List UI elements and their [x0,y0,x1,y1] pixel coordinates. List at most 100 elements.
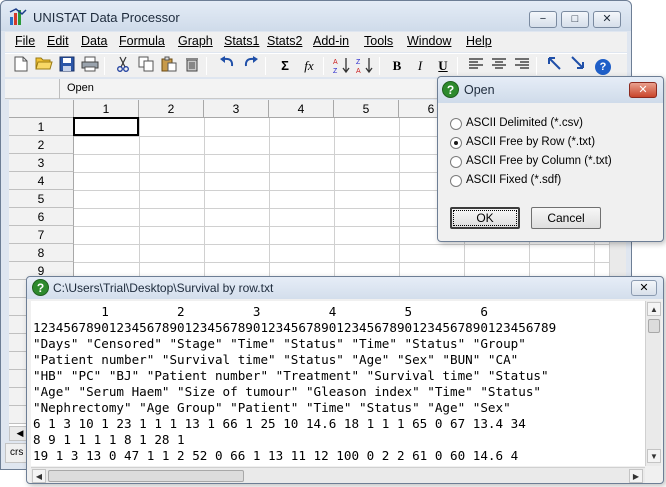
radio-button-icon[interactable] [450,118,462,130]
scroll-thumb[interactable] [48,470,244,482]
text-line: "Days" "Censored" "Stage" "Time" "Status… [33,336,526,351]
scroll-right-arrow-icon[interactable]: ▶ [629,469,643,483]
menu-file[interactable]: File [15,34,35,48]
text-line: 19 1 3 13 0 47 1 1 2 52 0 66 1 13 11 12 … [33,448,519,463]
radio-label: ASCII Delimited (*.csv) [466,117,583,129]
menu-window[interactable]: Window [407,34,451,48]
svg-text:Z: Z [333,68,338,74]
arrow-up-left-icon[interactable] [544,56,564,76]
cell-content-field[interactable]: Open [67,82,94,94]
function-icon[interactable]: fx [299,56,319,76]
menu-graph[interactable]: Graph [178,34,213,48]
delete-icon[interactable] [182,56,202,76]
column-header[interactable]: 5 [334,100,399,118]
paste-icon[interactable] [159,56,179,76]
text-window-title: C:\Users\Trial\Desktop\Survival by row.t… [53,281,274,295]
radio-button-selected-icon[interactable] [450,137,462,149]
ruler-digits: 1234567890123456789012345678901234567890… [33,320,557,335]
column-header[interactable]: 3 [204,100,269,118]
new-file-icon[interactable] [11,56,31,76]
scroll-left-arrow-icon[interactable]: ◀ [32,469,46,483]
svg-text:A: A [333,59,338,66]
ok-button[interactable]: OK [450,207,520,229]
scroll-down-arrow-icon[interactable]: ▼ [647,449,661,463]
scroll-thumb[interactable] [648,319,660,333]
sort-ascending-icon[interactable]: AZ [332,56,352,76]
text-line: 8 9 1 1 1 1 8 1 28 1 [33,432,185,447]
app-title: UNISTAT Data Processor [33,10,180,25]
menu-data[interactable]: Data [81,34,107,48]
dialog-title-bar[interactable]: ? Open ✕ [438,77,663,103]
unistat-app-icon [9,8,27,25]
menu-add-in[interactable]: Add-in [313,34,349,48]
text-content-area[interactable]: 1 2 3 4 5 6 1234567890123456789012345678… [31,301,645,466]
column-header[interactable]: 4 [269,100,334,118]
text-line: "HB" "PC" "BJ" "Patient number" "Treatme… [33,368,549,383]
radio-label: ASCII Fixed (*.sdf) [466,174,562,186]
menu-stats1[interactable]: Stats1 [224,34,259,48]
radio-button-icon[interactable] [450,175,462,187]
svg-text:Z: Z [356,59,361,66]
text-line: "Nephrectomy" "Age Group" "Patient" "Tim… [33,400,511,415]
menu-stats2[interactable]: Stats2 [267,34,302,48]
close-button[interactable]: ✕ [593,11,621,28]
dialog-close-button[interactable]: ✕ [629,82,657,98]
toolbar-separator [265,57,266,75]
italic-icon[interactable]: I [410,56,430,76]
save-icon[interactable] [57,56,77,76]
text-window-title-bar[interactable]: ? C:\Users\Trial\Desktop\Survival by row… [27,277,663,299]
bold-icon[interactable]: B [387,56,407,76]
cut-icon[interactable] [113,56,133,76]
sort-descending-icon[interactable]: ZA [355,56,375,76]
undo-icon[interactable] [217,56,237,76]
radio-label: ASCII Free by Row (*.txt) [466,136,596,148]
arrow-down-right-icon[interactable] [568,56,588,76]
cancel-button[interactable]: Cancel [531,207,601,229]
copy-icon[interactable] [136,56,156,76]
row-header[interactable]: 3 [9,154,74,172]
row-header[interactable]: 4 [9,172,74,190]
toolbar-separator [104,57,105,75]
print-icon[interactable] [80,56,100,76]
question-mark-icon: ? [32,279,49,296]
selected-cell[interactable] [73,117,139,136]
open-folder-icon[interactable] [34,56,54,76]
align-left-icon[interactable] [466,56,486,76]
underline-icon[interactable]: U [433,56,453,76]
scroll-up-arrow-icon[interactable]: ▲ [647,302,661,316]
toolbar-separator [536,57,537,75]
radio-button-icon[interactable] [450,156,462,168]
minimize-button[interactable]: − [529,11,557,28]
text-file-window: ? C:\Users\Trial\Desktop\Survival by row… [26,276,664,484]
text-vertical-scrollbar[interactable]: ▲ ▼ [645,301,661,466]
text-horizontal-scrollbar[interactable]: ◀ ▶ [31,467,645,483]
redo-icon[interactable] [241,56,261,76]
align-right-icon[interactable] [512,56,532,76]
maximize-button[interactable]: □ [561,11,589,28]
cell-reference-box[interactable] [5,79,60,99]
title-bar[interactable]: UNISTAT Data Processor − □ ✕ [1,1,631,31]
row-header[interactable]: 6 [9,208,74,226]
column-header[interactable]: 2 [139,100,204,118]
help-icon[interactable]: ? [593,56,613,76]
row-header[interactable]: 5 [9,190,74,208]
align-center-icon[interactable] [489,56,509,76]
menu-tools[interactable]: Tools [364,34,393,48]
menu-formula[interactable]: Formula [119,34,165,48]
text-line: 6 1 3 10 1 23 1 1 1 13 1 66 1 25 10 14.6… [33,416,526,431]
menu-edit[interactable]: Edit [47,34,69,48]
row-header[interactable]: 1 [9,118,74,136]
text-window-close-button[interactable]: ✕ [631,280,657,296]
column-header[interactable]: 1 [74,100,139,118]
grid-corner[interactable] [9,100,74,118]
sum-icon[interactable]: Σ [275,56,295,76]
svg-text:A: A [356,68,361,74]
row-header[interactable]: 7 [9,226,74,244]
help-glyph: ? [595,59,611,75]
row-header[interactable]: 2 [9,136,74,154]
toolbar-separator [323,57,324,75]
menu-help[interactable]: Help [466,34,492,48]
row-header[interactable]: 8 [9,244,74,262]
text-line: "Patient number" "Survival time" "Status… [33,352,519,367]
menu-bar: File Edit Data Formula Graph Stats1 Stat… [5,32,627,52]
